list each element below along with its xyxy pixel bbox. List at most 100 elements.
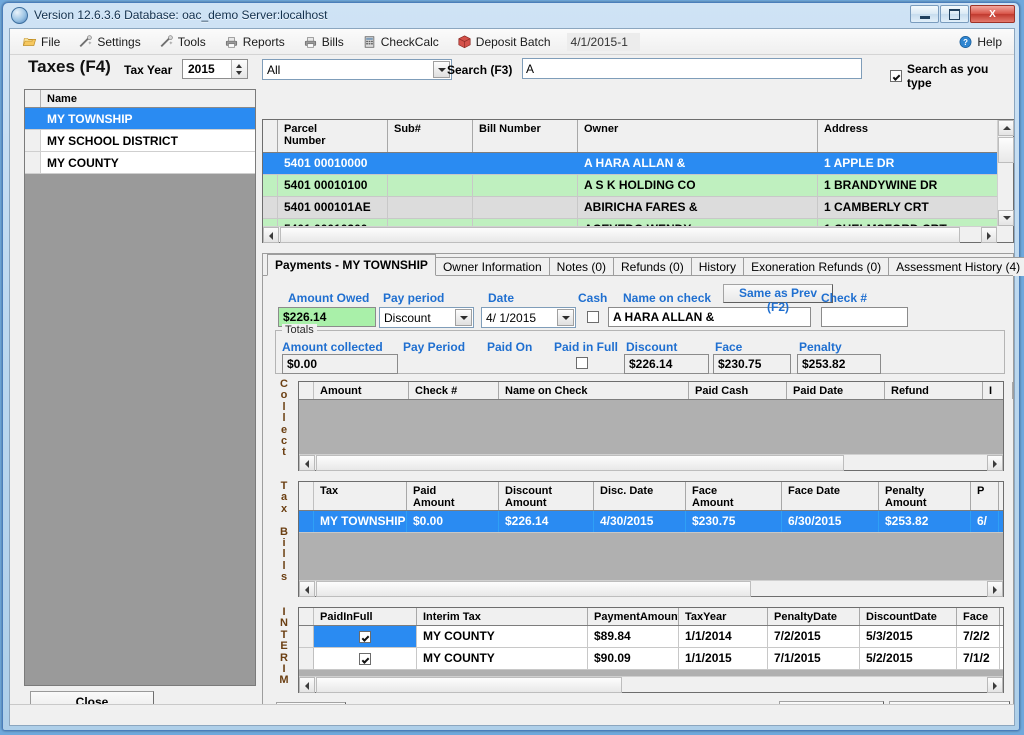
- face-total-field: $230.75: [713, 354, 791, 374]
- menu-settings[interactable]: Settings: [76, 33, 142, 51]
- interim-grid[interactable]: PaidInFull Interim Tax PaymentAmount Tax…: [298, 607, 1004, 693]
- tab-notes[interactable]: Notes (0): [548, 257, 615, 276]
- scroll-thumb[interactable]: [316, 581, 751, 597]
- cell-tax-year: 1/1/2015: [679, 648, 768, 669]
- table-row[interactable]: MY TOWNSHIP $0.00 $226.14 4/30/2015 $230…: [299, 511, 1003, 533]
- cell-face: 7/2/2: [957, 626, 1000, 647]
- row-indicator: [299, 511, 314, 532]
- column-amount: Amount: [314, 382, 409, 399]
- menu-help[interactable]: ? Help: [956, 33, 1004, 51]
- table-row[interactable]: 5401 00010200 ACEVEDO WENDY 1 CHELMSFORD…: [263, 219, 997, 226]
- calendar-dropdown-icon[interactable]: [557, 309, 574, 326]
- list-item[interactable]: MY TOWNSHIP: [25, 108, 255, 130]
- parcels-header-row: Parcel Number Sub# Bill Number Owner Addr…: [263, 120, 997, 153]
- table-row[interactable]: 5401 000101AE ABIRICHA FARES & 1 CAMBERL…: [263, 197, 997, 219]
- tax-year-spinner[interactable]: 2015: [182, 59, 248, 79]
- district-filter-value: All: [267, 63, 281, 77]
- cell-discount-amount: $226.14: [499, 511, 594, 532]
- row-indicator-header: [299, 608, 314, 625]
- cell-penalty-date: 7/2/2015: [768, 626, 860, 647]
- column-owner: Owner: [578, 120, 818, 152]
- paid-in-full-checkbox[interactable]: [359, 630, 371, 643]
- cell-payment-amount: $90.09: [588, 648, 679, 669]
- chevron-down-icon[interactable]: [455, 309, 472, 326]
- parcels-grid[interactable]: Parcel Number Sub# Bill Number Owner Addr…: [262, 119, 1014, 243]
- row-indicator-header: [299, 382, 314, 399]
- scroll-thumb[interactable]: [316, 455, 844, 471]
- column-paid-date: Paid Date: [787, 382, 885, 399]
- tab-exoneration-refunds[interactable]: Exoneration Refunds (0): [743, 257, 890, 276]
- menu-deposit-batch-label: Deposit Batch: [475, 34, 551, 49]
- scroll-thumb[interactable]: [316, 677, 622, 693]
- menu-file-label: File: [41, 34, 61, 49]
- scroll-left-button[interactable]: [299, 581, 315, 597]
- district-name: MY TOWNSHIP: [47, 111, 133, 126]
- collect-grid[interactable]: Amount Check # Name on Check Paid Cash P…: [298, 381, 1013, 471]
- cell-paid-in-full[interactable]: [314, 626, 417, 647]
- scroll-up-button[interactable]: [998, 120, 1014, 136]
- search-as-you-type-group[interactable]: Search as you type: [890, 62, 1014, 90]
- scroll-left-button[interactable]: [299, 677, 315, 693]
- date-picker[interactable]: 4/ 1/2015: [481, 307, 576, 328]
- page-title: Taxes (F4): [28, 57, 111, 76]
- list-item[interactable]: MY SCHOOL DISTRICT: [25, 130, 255, 152]
- menu-reports[interactable]: Reports: [222, 33, 287, 51]
- scroll-thumb[interactable]: [998, 137, 1014, 163]
- close-window-button[interactable]: X: [970, 5, 1015, 23]
- pay-period-combo[interactable]: Discount: [379, 307, 474, 328]
- tab-assessment-history[interactable]: Assessment History (4): [888, 257, 1024, 276]
- paid-in-full-checkbox[interactable]: [576, 357, 588, 369]
- scroll-right-button[interactable]: [987, 455, 1003, 471]
- spin-down-icon: [236, 71, 242, 75]
- cash-checkbox[interactable]: [587, 311, 599, 323]
- tax-year-spin-buttons[interactable]: [231, 60, 247, 78]
- scroll-left-button[interactable]: [299, 455, 315, 471]
- scroll-right-button[interactable]: [981, 227, 997, 243]
- tab-owner-information[interactable]: Owner Information: [434, 257, 550, 276]
- window-title: Version 12.6.3.6 Database: oac_demo Serv…: [34, 8, 328, 22]
- tax-bills-grid[interactable]: Tax Paid Amount Discount Amount Disc. Date…: [298, 481, 1004, 597]
- minimize-button[interactable]: [910, 5, 939, 23]
- menu-checkcalc[interactable]: CheckCalc: [360, 33, 441, 51]
- cell-address: 1 CAMBERLY CRT: [818, 197, 997, 218]
- check-number-field[interactable]: [821, 307, 908, 327]
- tab-history[interactable]: History: [690, 257, 745, 276]
- search-as-you-type-checkbox[interactable]: [890, 70, 902, 82]
- collect-horizontal-scrollbar[interactable]: [299, 454, 1003, 471]
- parcels-horizontal-scrollbar[interactable]: [263, 226, 997, 243]
- district-filter-combo[interactable]: All: [262, 59, 452, 80]
- tab-payments[interactable]: Payments - MY TOWNSHIP: [267, 254, 436, 276]
- scroll-right-button[interactable]: [987, 581, 1003, 597]
- menu-bills[interactable]: Bills: [301, 33, 346, 51]
- table-row[interactable]: 5401 00010100 A S K HOLDING CO 1 BRANDYW…: [263, 175, 997, 197]
- same-as-prev-button[interactable]: Same as Prev (F2): [723, 284, 833, 314]
- table-row[interactable]: MY COUNTY $89.84 1/1/2014 7/2/2015 5/3/2…: [299, 626, 1003, 648]
- menu-file[interactable]: File: [20, 33, 62, 51]
- search-input[interactable]: [522, 58, 862, 79]
- pay-period-total-label: Pay Period: [403, 340, 466, 354]
- interim-horizontal-scrollbar[interactable]: [299, 676, 1003, 693]
- deposit-batch-value: 4/1/2015-1: [566, 32, 640, 51]
- menu-settings-label: Settings: [97, 34, 141, 49]
- parcels-vertical-scrollbar[interactable]: [997, 120, 1014, 226]
- cell-tax: MY TOWNSHIP: [314, 511, 407, 532]
- cell-parcel-number: 5401 00010200: [278, 219, 388, 226]
- table-row[interactable]: 5401 00010000 A HARA ALLAN & 1 APPLE DR: [263, 153, 997, 175]
- tax-bills-horizontal-scrollbar[interactable]: [299, 580, 1003, 597]
- list-item[interactable]: MY COUNTY: [25, 152, 255, 174]
- scroll-left-button[interactable]: [263, 227, 279, 243]
- districts-grid[interactable]: Name MY TOWNSHIP MY SCHOOL DISTRICT MY C…: [24, 89, 256, 686]
- paid-in-full-checkbox[interactable]: [359, 652, 371, 665]
- scroll-thumb[interactable]: [280, 227, 960, 243]
- scroll-right-button[interactable]: [987, 677, 1003, 693]
- interim-header-row: PaidInFull Interim Tax PaymentAmount Tax…: [299, 608, 1003, 626]
- cell-paid-in-full[interactable]: [314, 648, 417, 669]
- tab-refunds[interactable]: Refunds (0): [613, 257, 692, 276]
- menu-tools[interactable]: Tools: [157, 33, 208, 51]
- help-icon: ?: [959, 35, 972, 48]
- row-indicator: [25, 108, 41, 129]
- maximize-button[interactable]: [940, 5, 969, 23]
- table-row[interactable]: MY COUNTY $90.09 1/1/2015 7/1/2015 5/2/2…: [299, 648, 1003, 670]
- scroll-down-button[interactable]: [998, 210, 1014, 226]
- menu-deposit-batch[interactable]: Deposit Batch: [455, 33, 553, 51]
